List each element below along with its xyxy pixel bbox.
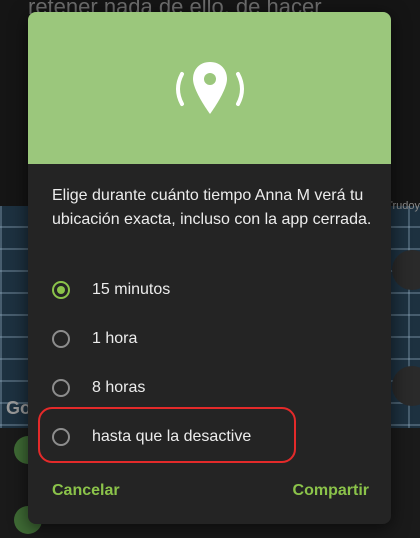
option-label: 15 minutos bbox=[92, 281, 171, 298]
map-attribution-right: Trudoy bbox=[386, 200, 420, 212]
radio-button[interactable] bbox=[52, 330, 70, 348]
option-label: 1 hora bbox=[92, 330, 138, 347]
share-location-dialog: Elige durante cuánto tiempo Anna M verá … bbox=[28, 12, 391, 524]
dialog-message: Elige durante cuánto tiempo Anna M verá … bbox=[52, 187, 372, 228]
radio-button-checked[interactable] bbox=[52, 281, 70, 299]
live-location-pin-icon bbox=[176, 62, 244, 114]
radio-button[interactable] bbox=[52, 428, 70, 446]
share-button[interactable]: Compartir bbox=[293, 482, 369, 500]
option-until-turned-off[interactable]: hasta que la desactive bbox=[52, 417, 372, 457]
option-label: 8 horas bbox=[92, 379, 146, 396]
radio-button[interactable] bbox=[52, 379, 70, 397]
option-1-hour[interactable]: 1 hora bbox=[52, 319, 372, 359]
dialog-header bbox=[28, 12, 391, 164]
option-8-hours[interactable]: 8 horas bbox=[52, 368, 372, 408]
option-label: hasta que la desactive bbox=[92, 428, 252, 445]
option-15-minutes[interactable]: 15 minutos bbox=[52, 270, 372, 310]
cancel-button[interactable]: Cancelar bbox=[52, 482, 120, 500]
